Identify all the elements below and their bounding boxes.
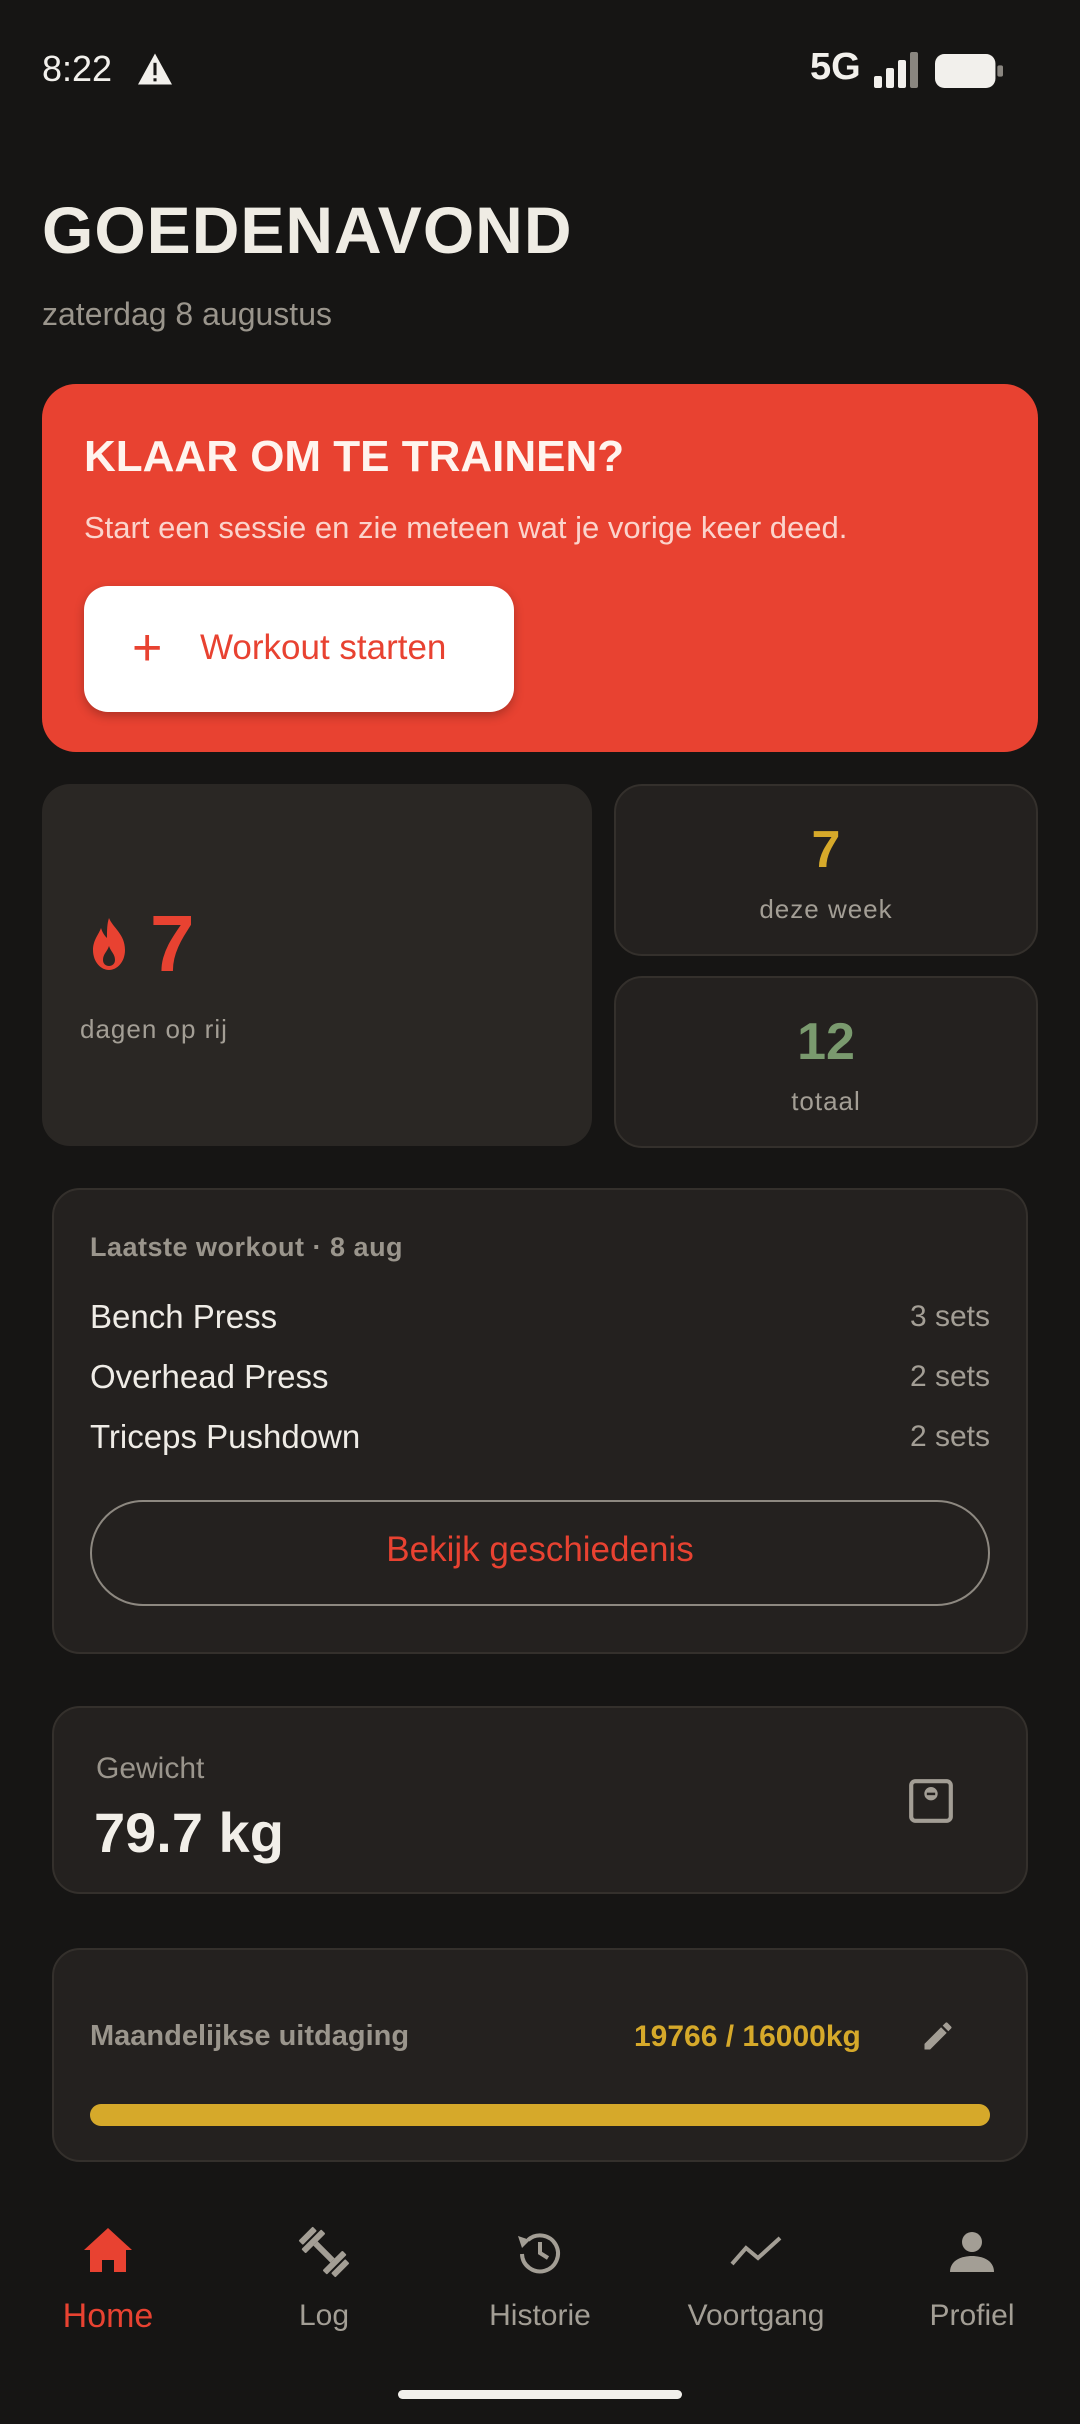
plus-icon: + (132, 619, 163, 677)
exercise-name: Triceps Pushdown (90, 1418, 361, 1455)
weight-label: Gewicht (96, 1752, 205, 1785)
exercise-name: Overhead Press (90, 1358, 329, 1395)
streak-label: dagen op rij (80, 1014, 228, 1044)
nav-label-home: Home (62, 2297, 154, 2335)
network-type: 5G (810, 46, 861, 88)
start-workout-label: Workout starten (200, 628, 447, 667)
view-history-label: Bekijk geschiedenis (386, 1530, 694, 1569)
status-time: 8:22 (42, 48, 113, 89)
flame-icon (93, 918, 125, 970)
nav-item-historie[interactable]: Historie (432, 2220, 648, 2333)
nav-label-historie: Historie (489, 2299, 591, 2332)
home-icon (84, 2228, 132, 2272)
nav-item-home[interactable]: Home (0, 2220, 216, 2336)
challenge-progress-value: 19766 / 16000kg (634, 2020, 861, 2053)
week-count: 7 (811, 821, 841, 879)
edit-icon[interactable] (920, 2018, 956, 2054)
scale-icon[interactable] (906, 1776, 956, 1826)
challenge-progress-fill (90, 2104, 990, 2126)
monthly-challenge-card (52, 1948, 1028, 2162)
warning-icon (138, 53, 172, 85)
exercise-name: Bench Press (90, 1298, 278, 1335)
trending-icon (730, 2236, 782, 2266)
exercise-sets: 2 sets (909, 1360, 990, 1393)
nav-label-voortgang: Voortgang (687, 2299, 825, 2332)
current-date: zaterdag 8 augustus (42, 296, 332, 332)
total-count: 12 (797, 1013, 855, 1071)
history-icon (518, 2233, 560, 2274)
nav-item-voortgang[interactable]: Voortgang (648, 2220, 864, 2333)
nav-item-profiel[interactable]: Profiel (864, 2220, 1080, 2333)
exercise-sets: 2 sets (909, 1420, 990, 1453)
signal-icon (874, 52, 918, 88)
week-label: deze week (759, 894, 893, 924)
last-workout-title: Laatste workout · 8 aug (90, 1232, 404, 1262)
weight-value: 79.7 kg (94, 1801, 284, 1864)
challenge-title: Maandelijkse uitdaging (90, 2020, 410, 2052)
hero-subtitle: Start een sessie en zie meteen wat je vo… (84, 510, 848, 545)
dumbbell-icon (298, 2226, 350, 2278)
exercise-sets: 3 sets (909, 1300, 990, 1333)
streak-count: 7 (150, 899, 195, 988)
total-label: totaal (791, 1086, 861, 1116)
greeting-title: GOEDENAVOND (42, 193, 573, 267)
hero-title: KLAAR OM TE TRAINEN? (84, 432, 625, 481)
nav-label-log: Log (298, 2299, 350, 2332)
challenge-progress-bar (90, 2104, 990, 2126)
person-icon (950, 2232, 994, 2272)
nav-item-log[interactable]: Log (216, 2220, 432, 2333)
nav-label-profiel: Profiel (929, 2299, 1015, 2332)
battery-icon (935, 54, 1003, 88)
home-indicator (398, 2390, 682, 2399)
